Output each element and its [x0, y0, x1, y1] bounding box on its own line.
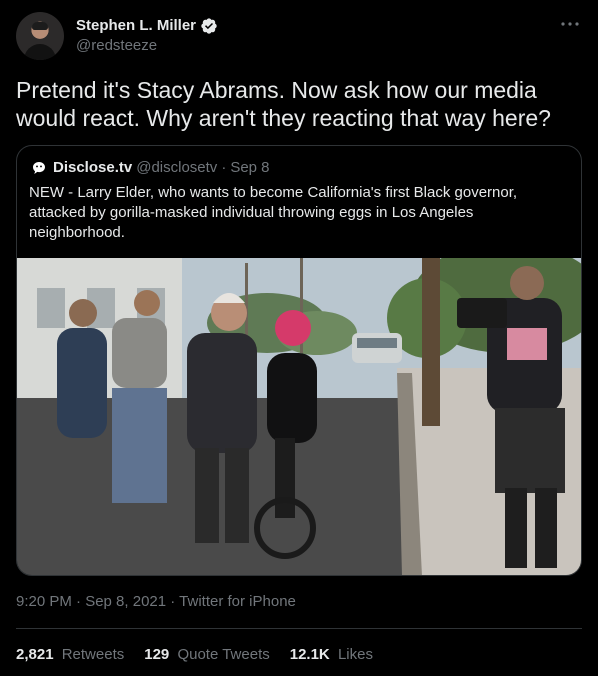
- quote-tweets-label: Quote Tweets: [177, 646, 270, 663]
- quote-author-name[interactable]: Disclose.tv: [53, 158, 132, 178]
- author-name[interactable]: Stephen L. Miller: [76, 16, 196, 36]
- author-info: Stephen L. Miller @redsteeze: [76, 16, 218, 56]
- tweet-card: Stephen L. Miller @redsteeze Pretend it'…: [0, 0, 598, 676]
- more-dots-glyph: [561, 22, 579, 26]
- retweets-count: 2,821: [16, 646, 54, 663]
- quote-header: Disclose.tv @disclosetv · Sep 8: [29, 158, 270, 178]
- quoted-tweet[interactable]: Disclose.tv @disclosetv · Sep 8 NEW - La…: [16, 145, 582, 576]
- divider-top: [16, 628, 582, 629]
- quote-text: NEW - Larry Elder, who wants to become C…: [29, 184, 518, 241]
- tweet-stats: 2,821 Retweets 129 Quote Tweets 12.1K Li…: [16, 645, 393, 665]
- stat-likes[interactable]: 12.1K Likes: [290, 645, 373, 665]
- quote-video-thumbnail[interactable]: [17, 258, 581, 575]
- video-frame-illustration: [17, 258, 581, 575]
- stat-quote-tweets[interactable]: 129 Quote Tweets: [144, 645, 269, 665]
- retweets-label: Retweets: [61, 646, 125, 663]
- quote-separator: ·: [221, 159, 227, 176]
- disclose-logo-glyph: [33, 162, 45, 174]
- author-handle[interactable]: @redsteeze: [76, 36, 218, 56]
- quote-author-handle[interactable]: @disclosetv: [136, 158, 217, 178]
- verified-badge-icon: [201, 18, 217, 34]
- author-name-row[interactable]: Stephen L. Miller: [76, 16, 218, 36]
- more-dots-icon[interactable]: [558, 12, 582, 36]
- tweet-header: Stephen L. Miller @redsteeze: [16, 12, 582, 60]
- tweet-text: Pretend it's Stacy Abrams. Now ask how o…: [16, 77, 551, 131]
- stat-retweets[interactable]: 2,821 Retweets: [16, 645, 124, 665]
- author-avatar[interactable]: [16, 12, 64, 60]
- likes-count: 12.1K: [289, 646, 330, 663]
- tweet-timestamp[interactable]: 9:20 PM · Sep 8, 2021 · Twitter for iPho…: [16, 592, 296, 612]
- quote-tweets-count: 129: [144, 646, 170, 663]
- quote-date[interactable]: Sep 8: [230, 158, 269, 178]
- disclose-logo-icon[interactable]: [29, 158, 49, 178]
- likes-label: Likes: [337, 646, 373, 663]
